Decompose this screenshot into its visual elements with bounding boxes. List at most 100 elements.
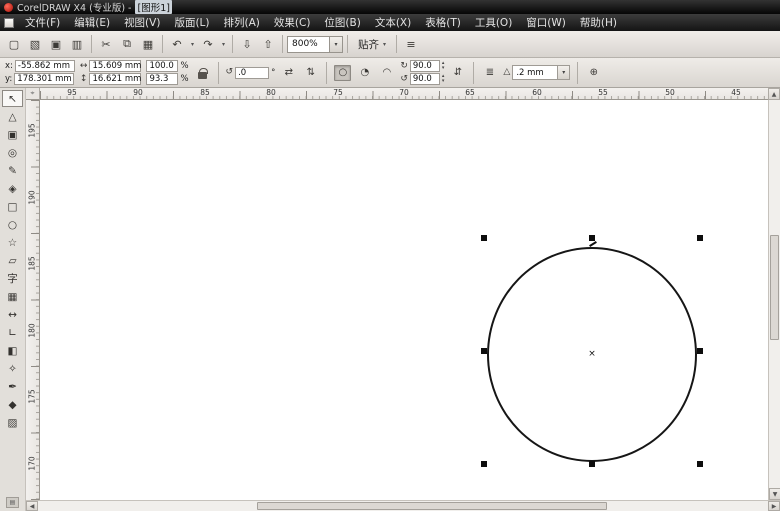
arc-start-angle-field[interactable]: 90.0	[409, 60, 440, 72]
arc-end-angle-field[interactable]: 90.0	[409, 73, 440, 85]
paste-button[interactable]: ▦	[138, 34, 158, 54]
menu-layout[interactable]: 版面(L)	[167, 14, 216, 31]
connector-tool-button[interactable]: ∟	[2, 324, 23, 341]
spinner-up-down[interactable]: ▴ ▾	[442, 61, 445, 71]
menu-arrange[interactable]: 排列(A)	[217, 14, 267, 31]
menu-table[interactable]: 表格(T)	[418, 14, 468, 31]
pie-mode-button[interactable]: ◔	[356, 65, 373, 81]
scroll-up-button[interactable]: ▲	[768, 88, 780, 100]
window-title: CorelDRAW X4 (专业版) -	[17, 3, 132, 14]
object-width-field[interactable]: 15.609 mm	[89, 60, 141, 72]
undo-dropdown[interactable]: ▾	[188, 34, 197, 54]
ruler-label: 45	[731, 88, 741, 97]
table-tool-button[interactable]: ▦	[2, 288, 23, 305]
snap-to-button[interactable]: 贴齐 ▾	[352, 34, 392, 54]
scale-horizontal-field[interactable]: 100.0	[146, 60, 179, 72]
vertical-scrollbar-thumb[interactable]	[770, 235, 779, 340]
copy-button[interactable]: ⧉	[117, 34, 137, 54]
zoom-tool-button[interactable]: ◎	[2, 144, 23, 161]
spinner-down-icon: ▾	[441, 65, 445, 71]
eyedropper-tool-button[interactable]: ✧	[2, 360, 23, 377]
outline-width-value: .2 mm	[516, 67, 544, 78]
rectangle-tool-button[interactable]: □	[2, 198, 23, 215]
menu-window[interactable]: 窗口(W)	[519, 14, 573, 31]
selection-handle-e[interactable]	[697, 348, 703, 354]
quick-customize-button[interactable]: ⊕	[585, 65, 602, 81]
dimension-tool-button[interactable]: ↔	[2, 306, 23, 323]
nonproportional-scale-lock-button[interactable]	[194, 65, 211, 81]
ruler-label: 75	[333, 88, 343, 97]
new-document-button[interactable]: ▢	[4, 34, 24, 54]
rotation-angle-field[interactable]: .0	[235, 66, 270, 79]
smart-fill-tool-button[interactable]: ◈	[2, 180, 23, 197]
toolbox-overflow-button[interactable]: ▤	[6, 497, 19, 508]
cut-button[interactable]: ✂	[96, 34, 116, 54]
mirror-horizontal-button[interactable]: ⇄	[280, 65, 297, 81]
mirror-vertical-button[interactable]: ⇅	[302, 65, 319, 81]
save-button[interactable]: ▣	[46, 34, 66, 54]
ruler-origin-button[interactable]: ⌖	[26, 88, 40, 100]
menu-effects[interactable]: 效果(C)	[267, 14, 318, 31]
open-button[interactable]: ▧	[25, 34, 45, 54]
selection-handle-se[interactable]	[697, 461, 703, 467]
standard-toolbar: ▢ ▧ ▣ ▥ ✂ ⧉ ▦ ↶ ▾ ↷ ▾ ⇩ ⇧ 800% ▾ 贴齐 ▾ ≡	[0, 31, 780, 58]
menu-file[interactable]: 文件(F)	[18, 14, 67, 31]
menu-view[interactable]: 视图(V)	[117, 14, 167, 31]
selection-handle-ne[interactable]	[697, 235, 703, 241]
fill-tool-button[interactable]: ◆	[2, 396, 23, 413]
change-direction-button[interactable]: ⇵	[449, 65, 466, 81]
print-button[interactable]: ▥	[67, 34, 87, 54]
export-button[interactable]: ⇧	[258, 34, 278, 54]
horizontal-ruler[interactable]: 95 90 85 80 75 70 65 60 55 50 45	[40, 88, 768, 100]
menu-help[interactable]: 帮助(H)	[573, 14, 624, 31]
selection-handle-n[interactable]	[589, 235, 595, 241]
selection-handle-nw[interactable]	[481, 235, 487, 241]
redo-dropdown[interactable]: ▾	[219, 34, 228, 54]
text-tool-button[interactable]: 字	[2, 270, 23, 287]
zoom-level-combo[interactable]: 800% ▾	[287, 35, 343, 53]
menu-bitmaps[interactable]: 位图(B)	[317, 14, 367, 31]
ellipse-mode-button[interactable]: ○	[334, 64, 352, 81]
menu-edit[interactable]: 编辑(E)	[67, 14, 117, 31]
polygon-tool-button[interactable]: ☆	[2, 234, 23, 251]
ellipse-tool-button[interactable]: ○	[2, 216, 23, 233]
outline-pen-tool-button[interactable]: ✒	[2, 378, 23, 395]
property-bar: x: -55.862 mm y: 178.301 mm ↔ 15.609 mm …	[0, 58, 780, 88]
menu-text[interactable]: 文本(X)	[368, 14, 418, 31]
scroll-right-button[interactable]: ▶	[768, 501, 780, 511]
y-position-field[interactable]: 178.301 mm	[14, 73, 75, 85]
horizontal-scrollbar-track[interactable]	[38, 501, 768, 511]
redo-button[interactable]: ↷	[198, 34, 218, 54]
freehand-tool-button[interactable]: ✎	[2, 162, 23, 179]
interactive-fill-tool-button[interactable]: ▨	[2, 414, 23, 431]
crop-tool-button[interactable]: ▣	[2, 126, 23, 143]
basic-shapes-tool-button[interactable]: ▱	[2, 252, 23, 269]
spinner-up-down[interactable]: ▴ ▾	[442, 74, 445, 84]
outline-width-combo[interactable]: .2 mm ▾	[512, 65, 571, 80]
scale-vertical-field[interactable]: 93.3	[146, 73, 179, 85]
chevron-down-icon[interactable]: ▾	[329, 36, 342, 52]
chevron-down-icon[interactable]: ▾	[557, 66, 570, 79]
scroll-down-button[interactable]: ▼	[769, 488, 780, 500]
pick-tool-button[interactable]: ↖	[2, 90, 23, 107]
arc-mode-button[interactable]: ◠	[378, 65, 395, 81]
selection-handle-s[interactable]	[589, 461, 595, 467]
scroll-left-button[interactable]: ◀	[26, 501, 38, 511]
options-button[interactable]: ≡	[401, 34, 421, 54]
wrap-text-button[interactable]: ≣	[481, 65, 498, 81]
undo-button[interactable]: ↶	[167, 34, 187, 54]
selection-handle-sw[interactable]	[481, 461, 487, 467]
horizontal-scrollbar[interactable]: ◀ ▶	[26, 500, 780, 511]
shape-tool-button[interactable]: △	[2, 108, 23, 125]
drawing-canvas[interactable]: ×	[40, 100, 768, 500]
menu-tools[interactable]: 工具(O)	[468, 14, 519, 31]
blend-tool-button[interactable]: ◧	[2, 342, 23, 359]
horizontal-scrollbar-thumb[interactable]	[257, 502, 608, 510]
object-height-field[interactable]: 16.621 mm	[89, 73, 141, 85]
vertical-scrollbar[interactable]: ▼	[768, 100, 780, 500]
menubar: 文件(F) 编辑(E) 视图(V) 版面(L) 排列(A) 效果(C) 位图(B…	[0, 14, 780, 31]
import-button[interactable]: ⇩	[237, 34, 257, 54]
x-position-field[interactable]: -55.862 mm	[14, 60, 75, 72]
vertical-ruler[interactable]: 195 190 185 180 175 170	[26, 100, 40, 500]
selection-handle-w[interactable]	[481, 348, 487, 354]
